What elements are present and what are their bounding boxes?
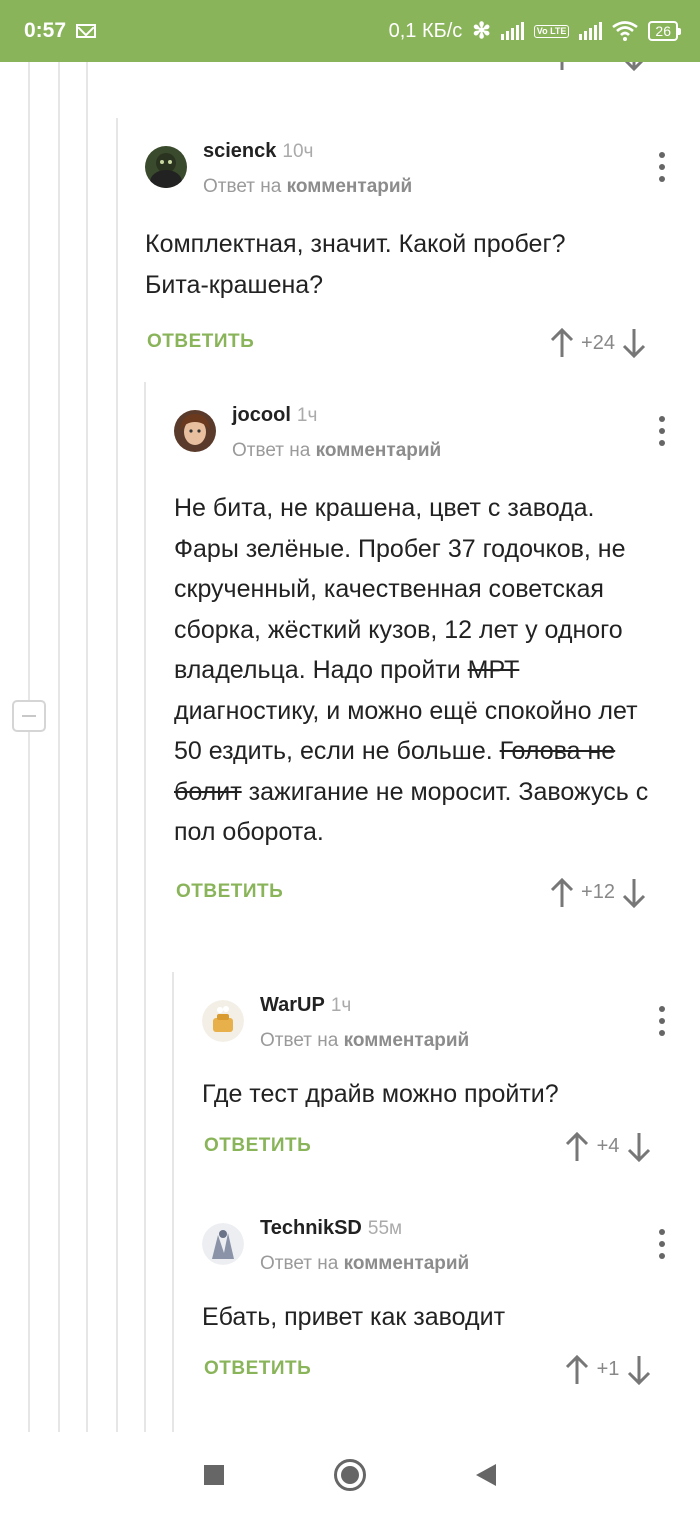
net-speed: 0,1 КБ/с	[388, 19, 463, 42]
comment-age: 55м	[367, 1218, 403, 1239]
comment: jocool 1ч Ответ на комментарий Не бита, н…	[174, 402, 675, 915]
mail-icon	[76, 24, 97, 38]
reply-to-line: Ответ на комментарий	[203, 176, 413, 197]
reply-button[interactable]: ОТВЕТИТЬ	[204, 1358, 311, 1380]
reply-button[interactable]: ОТВЕТИТЬ	[204, 1135, 311, 1157]
volte-icon: Vo LTE	[533, 24, 570, 38]
reply-to-line: Ответ на комментарий	[232, 440, 442, 461]
reply-to-line: Ответ на комментарий	[260, 1253, 470, 1274]
upvote-arrow-icon[interactable]	[565, 1354, 589, 1386]
comment-age: 1ч	[330, 995, 352, 1016]
comment-age: 10ч	[282, 141, 314, 162]
thread-line	[172, 972, 174, 1432]
comment-text: Где тест драйв можно пройти?	[202, 1080, 559, 1108]
status-bar: 0:57 0,1 КБ/с ✻ Vo LTE 26	[0, 0, 700, 62]
more-options-icon[interactable]	[658, 1006, 666, 1036]
system-navigation-bar	[0, 1432, 700, 1517]
vote-score: +4	[596, 1135, 620, 1157]
upvote-arrow-icon[interactable]	[550, 877, 574, 909]
comment-text: Не бита, не крашена, цвет с завода. Фары…	[174, 494, 649, 846]
recent-apps-icon[interactable]	[204, 1464, 224, 1485]
downvote-arrow-icon[interactable]	[627, 1131, 651, 1163]
thread-line	[116, 118, 118, 1432]
thread-line	[58, 62, 60, 1432]
thread-line	[86, 62, 88, 1432]
signal-icon-2	[579, 22, 603, 40]
comment-age: 1ч	[296, 405, 318, 426]
comment: scienck 10ч Ответ на комментарий Комплект…	[145, 138, 675, 365]
thread-line	[28, 732, 30, 1432]
comment: TechnikSD 55м Ответ на комментарий Ебать,…	[202, 1215, 675, 1392]
comment-text: Ебать, привет как заводит	[202, 1303, 506, 1331]
wifi-icon	[612, 21, 639, 41]
signal-icon	[500, 22, 524, 40]
avatar[interactable]	[202, 1223, 244, 1265]
avatar[interactable]	[145, 146, 187, 188]
more-options-icon[interactable]	[658, 416, 666, 446]
comment: WarUP 1ч Ответ на комментарий Где тест др…	[202, 992, 675, 1169]
collapse-thread-button[interactable]	[12, 700, 46, 732]
parent-comment-link[interactable]: комментарий	[344, 1253, 470, 1274]
more-options-icon[interactable]	[658, 152, 666, 182]
comment-text: Комплектная, значит. Какой пробег? Бита-…	[145, 230, 566, 299]
more-options-icon[interactable]	[658, 1229, 666, 1259]
reply-button[interactable]: ОТВЕТИТЬ	[176, 881, 283, 903]
author-name[interactable]: scienck 10ч	[203, 140, 313, 163]
bluetooth-icon: ✻	[472, 18, 491, 43]
vote-score: +1	[596, 1358, 620, 1380]
author-name[interactable]: WarUP 1ч	[260, 994, 351, 1017]
parent-comment-link[interactable]: комментарий	[316, 440, 442, 461]
downvote-arrow-icon[interactable]	[622, 327, 646, 359]
home-icon[interactable]	[334, 1458, 366, 1491]
parent-comment-link[interactable]: комментарий	[287, 176, 413, 197]
author-name[interactable]: jocool 1ч	[232, 404, 317, 427]
thread-line	[144, 382, 146, 1432]
back-icon[interactable]	[476, 1463, 496, 1486]
author-name[interactable]: TechnikSD 55м	[260, 1217, 402, 1240]
reply-to-line: Ответ на комментарий	[260, 1030, 470, 1051]
battery-icon: 26	[648, 21, 681, 41]
upvote-arrow-icon[interactable]	[565, 1131, 589, 1163]
reply-button[interactable]: ОТВЕТИТЬ	[147, 331, 254, 353]
avatar[interactable]	[202, 1000, 244, 1042]
clock: 0:57	[24, 19, 67, 42]
upvote-arrow-icon[interactable]	[550, 327, 574, 359]
downvote-arrow-icon[interactable]	[622, 877, 646, 909]
parent-comment-link[interactable]: комментарий	[344, 1030, 470, 1051]
vote-score: +12	[581, 881, 615, 903]
thread-line	[28, 62, 30, 702]
vote-score: +24	[581, 331, 615, 354]
downvote-arrow-icon[interactable]	[627, 1354, 651, 1386]
avatar[interactable]	[174, 410, 216, 452]
strikethrough-text: МРТ	[467, 656, 520, 684]
